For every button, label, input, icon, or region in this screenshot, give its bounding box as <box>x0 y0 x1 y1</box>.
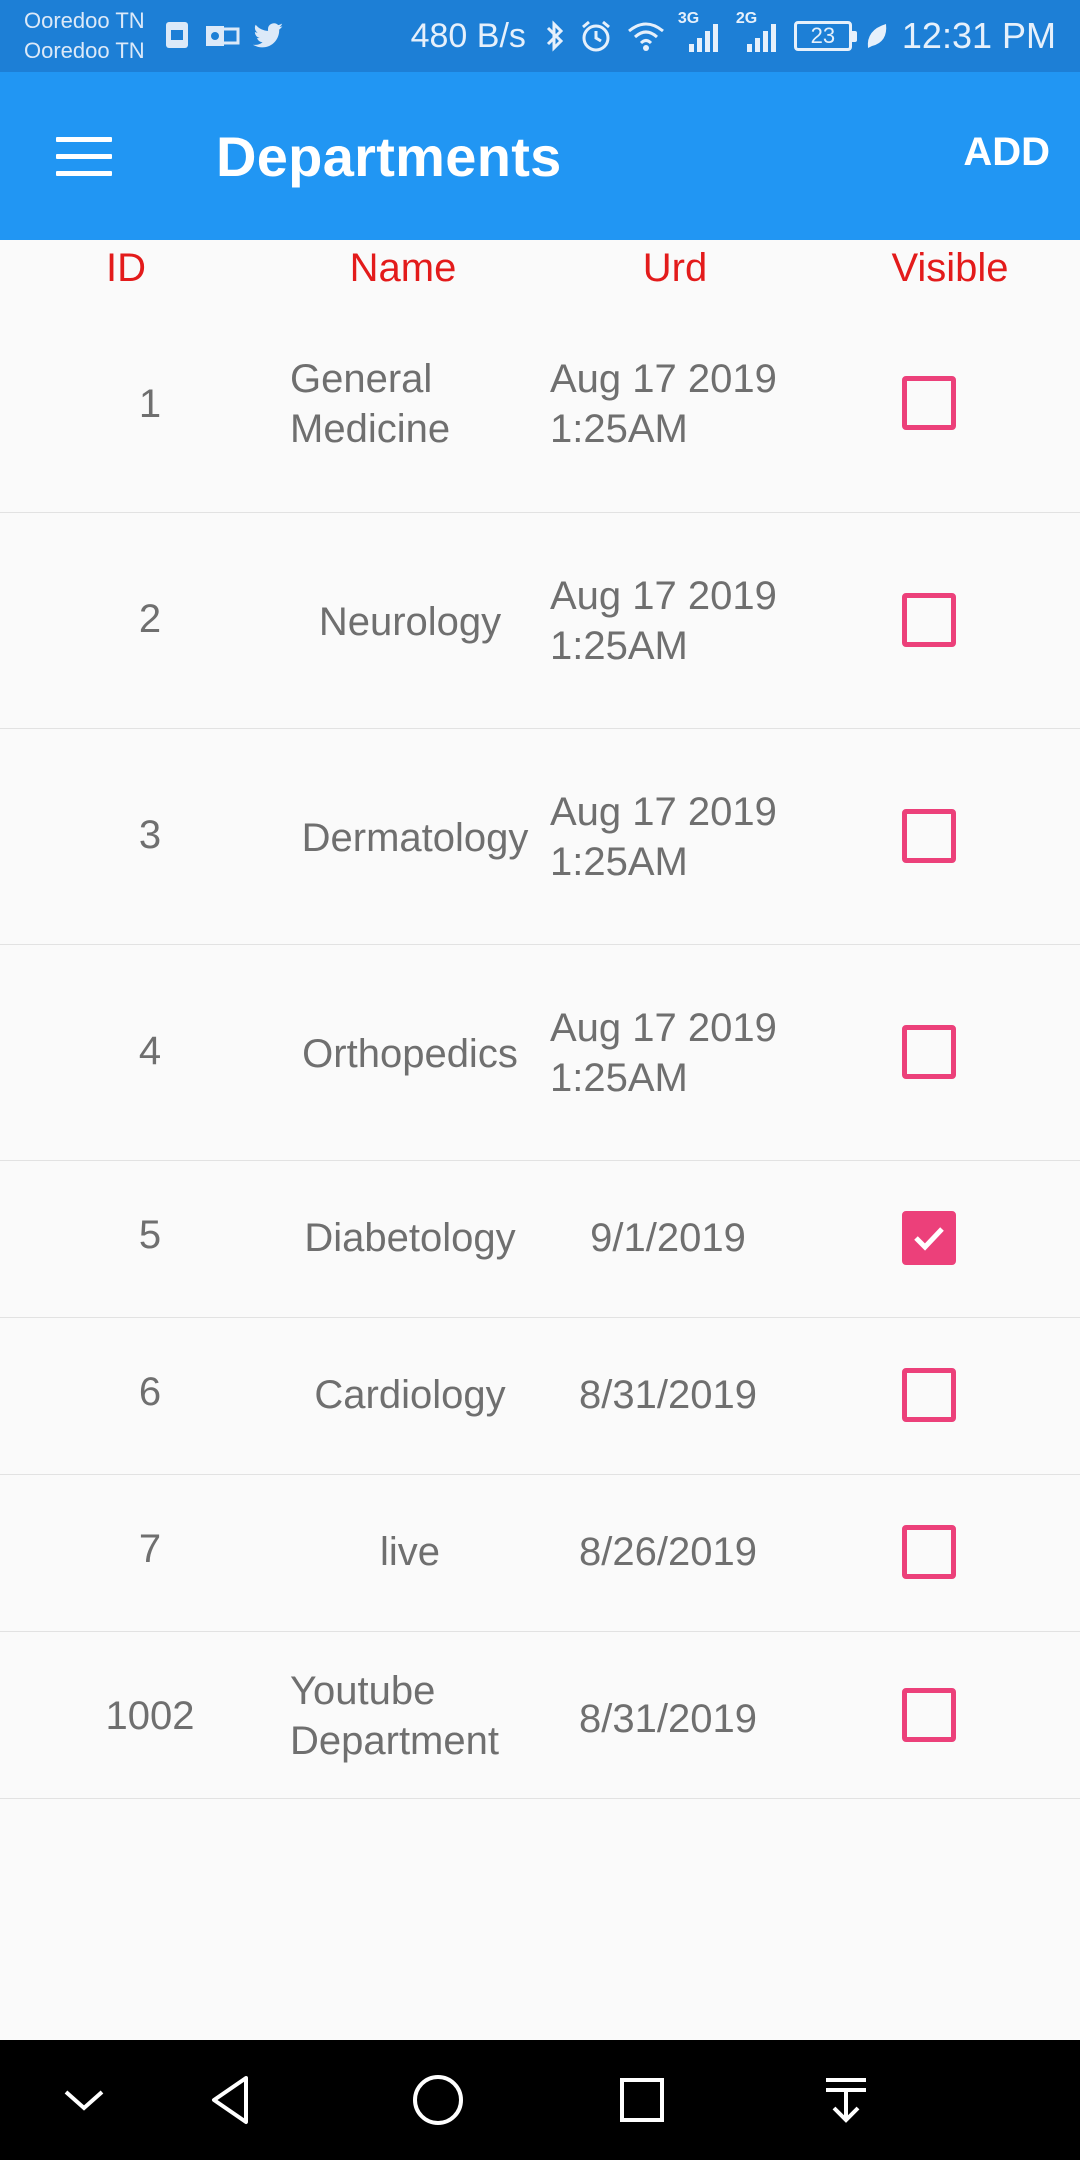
row-date: Aug 17 2019 1:25AM <box>550 1006 777 1100</box>
table-row[interactable]: 7 live 8/26/2019 <box>0 1475 1080 1632</box>
row-date: 9/1/2019 <box>590 1216 746 1260</box>
row-name: Youtube Department <box>290 1669 499 1763</box>
header-name: Name <box>349 246 457 290</box>
row-name: Cardiology <box>314 1373 506 1417</box>
carrier-1: Ooredoo TN <box>24 8 145 33</box>
page-title: Departments <box>216 125 562 188</box>
leaf-icon <box>867 24 887 48</box>
row-name: Neurology <box>318 600 502 644</box>
add-button[interactable]: ADD <box>963 130 1050 175</box>
wifi-icon <box>627 22 664 51</box>
status-right: 480 B/s 3G 2G 23 12:31 PM <box>411 0 1056 72</box>
row-id: 6 <box>138 1370 162 1414</box>
visible-checkbox[interactable] <box>902 1025 956 1079</box>
back-icon[interactable] <box>200 2068 264 2132</box>
chevron-down-icon[interactable] <box>52 2068 116 2132</box>
table-row[interactable]: 5 Diabetology 9/1/2019 <box>0 1161 1080 1318</box>
row-id: 4 <box>138 1029 162 1073</box>
row-id: 1 <box>138 382 162 426</box>
table-row[interactable]: 4 Orthopedics Aug 17 2019 1:25AM <box>0 945 1080 1161</box>
alarm-icon <box>581 20 610 52</box>
hamburger-menu-icon[interactable] <box>42 120 126 192</box>
signal-3g-icon: 3G <box>678 10 724 56</box>
row-name: Orthopedics <box>302 1032 518 1076</box>
table-row[interactable]: 6 Cardiology 8/31/2019 <box>0 1318 1080 1475</box>
app-bar: Departments ADD <box>0 72 1080 240</box>
row-date: 8/31/2019 <box>579 1373 757 1417</box>
checkmark-icon <box>914 1227 944 1251</box>
header-visible: Visible <box>891 246 1009 290</box>
net-speed: 480 B/s <box>410 16 526 55</box>
signal-2g-icon: 2G <box>736 10 782 56</box>
visible-checkbox[interactable] <box>902 809 956 863</box>
row-name: live <box>379 1530 441 1574</box>
row-date: Aug 17 2019 1:25AM <box>550 574 777 668</box>
header-id: ID <box>106 246 146 290</box>
row-name: Diabetology <box>304 1216 516 1260</box>
notification-pull-icon[interactable] <box>814 2068 878 2132</box>
battery-level: 23 <box>810 23 836 48</box>
visible-checkbox[interactable] <box>902 1368 956 1422</box>
outlook-icon <box>206 26 240 46</box>
row-id: 1002 <box>105 1694 195 1738</box>
table-row[interactable]: 2 Neurology Aug 17 2019 1:25AM <box>0 513 1080 729</box>
visible-checkbox[interactable] <box>902 1525 956 1579</box>
visible-checkbox[interactable] <box>902 1211 956 1265</box>
row-name: General Medicine <box>290 357 451 451</box>
twitter-icon <box>253 23 283 48</box>
table-row[interactable]: 3 Dermatology Aug 17 2019 1:25AM <box>0 729 1080 945</box>
row-id: 2 <box>138 597 162 641</box>
battery-icon: 23 <box>793 21 857 51</box>
carrier-labels: Ooredoo TN Ooredoo TN <box>24 6 145 66</box>
home-icon[interactable] <box>406 2068 470 2132</box>
row-id: 3 <box>138 813 162 857</box>
status-bar: Ooredoo TN Ooredoo TN 480 B/s 3G 2G 23 1… <box>0 0 1080 72</box>
visible-checkbox[interactable] <box>902 376 956 430</box>
notification-icons <box>160 18 286 52</box>
row-id: 7 <box>138 1527 162 1571</box>
navigation-bar <box>0 2040 1080 2160</box>
sim-card-icon <box>166 22 188 48</box>
row-id: 5 <box>138 1213 162 1257</box>
bluetooth-icon <box>546 20 564 52</box>
carrier-2: Ooredoo TN <box>24 38 145 63</box>
table-row[interactable]: 1 General Medicine Aug 17 2019 1:25AM <box>0 316 1080 513</box>
table-row[interactable]: 1002 Youtube Department 8/31/2019 <box>0 1632 1080 1799</box>
visible-checkbox[interactable] <box>902 593 956 647</box>
row-date: Aug 17 2019 1:25AM <box>550 790 777 884</box>
clock: 12:31 PM <box>901 15 1056 56</box>
row-date: 8/26/2019 <box>579 1530 757 1574</box>
row-date: Aug 17 2019 1:25AM <box>550 357 777 451</box>
header-urd: Urd <box>642 246 708 290</box>
table-header: ID Name Urd Visible <box>0 240 1080 302</box>
recents-icon[interactable] <box>610 2068 674 2132</box>
visible-checkbox[interactable] <box>902 1688 956 1742</box>
row-name: Dermatology <box>301 816 529 860</box>
row-date: 8/31/2019 <box>579 1697 757 1741</box>
